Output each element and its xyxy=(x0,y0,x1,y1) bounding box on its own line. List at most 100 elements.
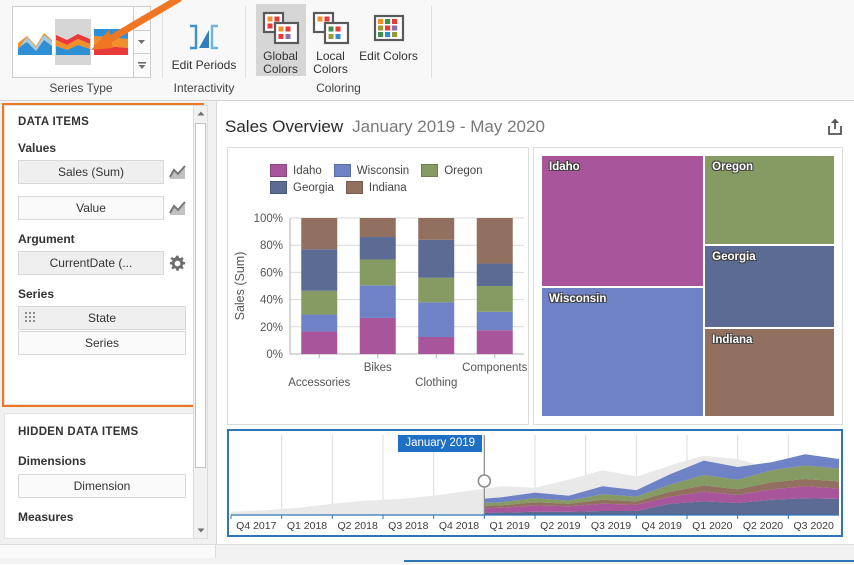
legend-item-georgia[interactable]: Georgia xyxy=(270,181,334,194)
dimensions-section-label: Dimensions xyxy=(18,454,86,468)
data-item-sales-sum-row[interactable]: Sales (Sum) xyxy=(18,160,186,184)
treemap-sales-by-state[interactable]: IdahoWisconsinOregonGeorgiaIndiana xyxy=(541,155,835,417)
ribbon-group-interactivity: Edit Periods Interactivity xyxy=(163,0,245,100)
full-stacked-bar-chart[interactable]: Sales (Sum)0%20%40%60%80%100%Accessories… xyxy=(228,206,528,424)
range-tick-label-9: Q1 2020 xyxy=(692,520,732,532)
range-filter-tile[interactable]: Q4 2017Q1 2018Q2 2018Q3 2018Q4 2018Q1 20… xyxy=(227,429,843,537)
gallery-scroll-down-button[interactable] xyxy=(134,31,150,55)
edit-colors-button[interactable]: Edit Colors xyxy=(356,4,422,63)
gallery-expand-button[interactable] xyxy=(134,54,150,77)
range-selector-chart[interactable]: Q4 2017Q1 2018Q2 2018Q3 2018Q4 2018Q1 20… xyxy=(229,431,841,535)
local-colors-button[interactable]: Local Colors xyxy=(306,4,356,76)
series-type-stacked-area-item[interactable] xyxy=(55,19,91,65)
series-type-gallery[interactable] xyxy=(12,6,151,78)
scroll-up-button[interactable] xyxy=(194,106,207,121)
drag-grip-icon[interactable] xyxy=(25,311,35,325)
scrollbar-thumb[interactable] xyxy=(195,123,206,468)
argument-section-label: Argument xyxy=(18,232,75,246)
series-section-label: Series xyxy=(18,287,54,301)
hidden-item-dimension-placeholder[interactable]: Dimension xyxy=(18,474,186,498)
bar-segment-idaho-clothing[interactable] xyxy=(418,337,454,354)
data-item-sales-sum[interactable]: Sales (Sum) xyxy=(18,160,164,184)
bar-segment-wisconsin-components[interactable] xyxy=(477,312,513,330)
treemap-cell-georgia[interactable]: Georgia xyxy=(704,245,835,328)
treemap-cell-indiana[interactable]: Indiana xyxy=(704,328,835,417)
bar-y-tick: 20% xyxy=(260,322,283,334)
bar-segment-indiana-components[interactable] xyxy=(477,218,513,264)
gear-icon[interactable] xyxy=(169,255,186,272)
bar-segment-indiana-clothing[interactable] xyxy=(418,218,454,240)
data-item-currentdate-row[interactable]: CurrentDate (... xyxy=(18,251,186,275)
data-item-value-placeholder-row[interactable]: Value xyxy=(18,196,186,220)
trend-chart-icon-2[interactable] xyxy=(169,200,186,217)
bar-x-label-components: Components xyxy=(462,362,527,374)
range-handle-start[interactable] xyxy=(478,475,490,487)
scroll-down-button[interactable] xyxy=(194,523,207,538)
legend-label-wisconsin: Wisconsin xyxy=(357,165,409,177)
data-item-currentdate[interactable]: CurrentDate (... xyxy=(18,251,164,275)
legend-swatch-wisconsin xyxy=(334,164,351,177)
legend-swatch-georgia xyxy=(270,181,287,194)
left-panel-scrollbar[interactable] xyxy=(193,105,208,539)
bar-segment-georgia-bikes[interactable] xyxy=(360,237,396,259)
bar-segment-oregon-clothing[interactable] xyxy=(418,278,454,302)
bar-segment-indiana-bikes[interactable] xyxy=(360,218,396,237)
bar-y-tick: 0% xyxy=(266,349,283,361)
bar-segment-oregon-bikes[interactable] xyxy=(360,259,396,285)
bar-x-label-clothing: Clothing xyxy=(415,377,457,389)
bar-segment-georgia-clothing[interactable] xyxy=(418,240,454,278)
data-items-title: DATA ITEMS xyxy=(18,116,89,128)
data-item-value-placeholder[interactable]: Value xyxy=(18,196,164,220)
bar-segment-georgia-components[interactable] xyxy=(477,264,513,286)
legend-item-idaho[interactable]: Idaho xyxy=(270,164,322,177)
bar-segment-indiana-accessories[interactable] xyxy=(301,218,337,249)
legend-swatch-idaho xyxy=(270,164,287,177)
series-type-full-stacked-area-item[interactable] xyxy=(93,19,129,65)
range-tick-label-3: Q3 2018 xyxy=(388,520,428,532)
data-items-panel: DATA ITEMS Values Sales (Sum) Value Argu… xyxy=(0,101,216,544)
full-stacked-bar-tile[interactable]: Idaho Wisconsin Oregon Georgia xyxy=(227,147,529,425)
treemap-tile[interactable]: IdahoWisconsinOregonGeorgiaIndiana xyxy=(533,147,843,425)
range-tick-label-10: Q2 2020 xyxy=(743,520,783,532)
bar-segment-wisconsin-bikes[interactable] xyxy=(360,285,396,318)
legend-item-wisconsin[interactable]: Wisconsin xyxy=(334,164,409,177)
series-type-spinners[interactable] xyxy=(134,6,151,78)
range-tick-label-5: Q1 2019 xyxy=(490,520,530,532)
edit-periods-button[interactable]: Edit Periods xyxy=(166,13,242,72)
ribbon-group-label-coloring: Coloring xyxy=(246,80,431,100)
hidden-data-items-card: HIDDEN DATA ITEMS Dimensions Dimension M… xyxy=(4,413,200,539)
legend-item-indiana[interactable]: Indiana xyxy=(346,181,407,194)
series-type-area-item[interactable] xyxy=(17,19,53,65)
scrollbar-track[interactable] xyxy=(194,121,207,523)
bar-segment-idaho-bikes[interactable] xyxy=(360,318,396,354)
bar-segment-idaho-components[interactable] xyxy=(477,330,513,354)
range-start-badge[interactable]: January 2019 xyxy=(398,435,482,452)
data-item-currentdate-label: CurrentDate (... xyxy=(50,256,133,270)
bar-y-tick: 80% xyxy=(260,240,283,252)
bar-segment-oregon-accessories[interactable] xyxy=(301,291,337,315)
bar-segment-oregon-components[interactable] xyxy=(477,286,513,312)
export-icon[interactable] xyxy=(822,114,848,140)
bar-segment-georgia-accessories[interactable] xyxy=(301,249,337,290)
bar-y-tick: 100% xyxy=(254,213,283,225)
hidden-data-items-title: HIDDEN DATA ITEMS xyxy=(18,426,139,438)
trend-chart-icon[interactable] xyxy=(169,164,186,181)
bar-segment-wisconsin-clothing[interactable] xyxy=(418,302,454,337)
treemap-cell-idaho[interactable]: Idaho xyxy=(541,155,704,287)
edit-colors-icon xyxy=(371,8,407,48)
gallery-scroll-up-button[interactable] xyxy=(134,7,150,31)
data-item-sales-sum-label: Sales (Sum) xyxy=(58,165,124,179)
legend-item-oregon[interactable]: Oregon xyxy=(421,164,482,177)
bar-x-label-bikes: Bikes xyxy=(364,362,392,374)
data-item-series-placeholder[interactable]: Series xyxy=(18,331,186,355)
ribbon-group-label-interactivity: Interactivity xyxy=(163,80,245,100)
global-colors-button[interactable]: Global Colors xyxy=(256,4,306,76)
bar-segment-idaho-accessories[interactable] xyxy=(301,332,337,354)
data-item-state[interactable]: State xyxy=(18,306,186,330)
treemap-cell-wisconsin[interactable]: Wisconsin xyxy=(541,287,704,417)
ribbon-group-series-type: Series Type xyxy=(0,0,162,100)
bar-y-tick: 40% xyxy=(260,295,283,307)
legend-swatch-oregon xyxy=(421,164,438,177)
treemap-cell-oregon[interactable]: Oregon xyxy=(704,155,835,245)
bar-segment-wisconsin-accessories[interactable] xyxy=(301,315,337,332)
